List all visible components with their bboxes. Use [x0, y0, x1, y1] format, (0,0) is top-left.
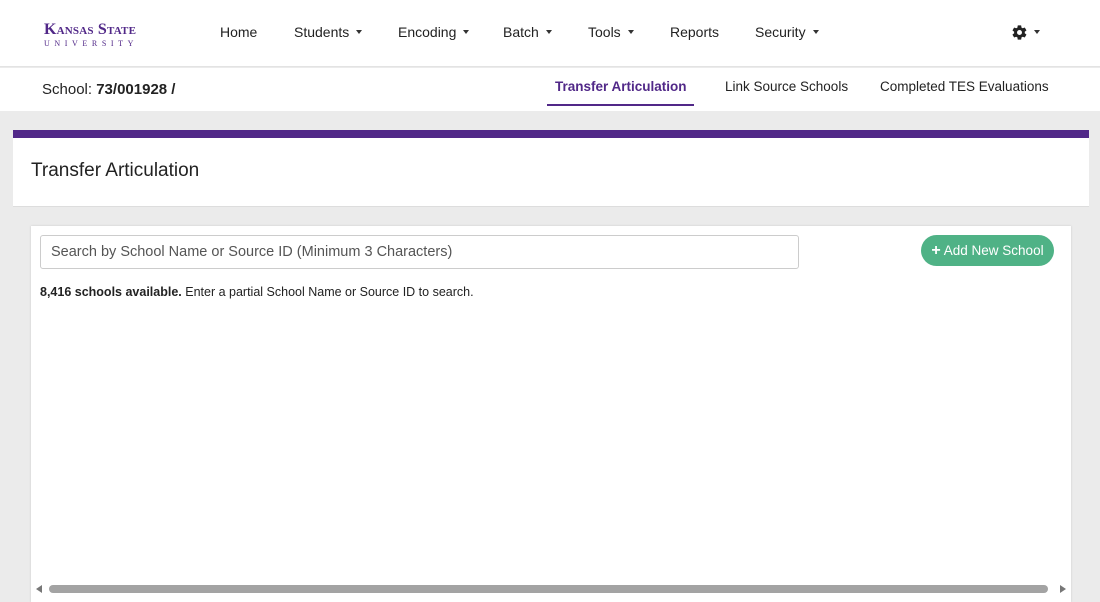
school-label: School:	[42, 81, 93, 98]
nav-students-label: Students	[294, 24, 350, 40]
school-info: School: 73/001928 /	[42, 81, 175, 98]
nav-batch[interactable]: Batch	[503, 24, 552, 40]
caret-down-icon	[1034, 29, 1040, 34]
panel-accent-bar	[13, 130, 1089, 138]
horizontal-scrollbar[interactable]	[31, 580, 1071, 598]
nav-reports-label: Reports	[670, 24, 720, 40]
tab-transfer-articulation[interactable]: Transfer Articulation	[555, 79, 687, 94]
scrollbar-thumb[interactable]	[49, 585, 1048, 593]
caret-down-icon	[812, 30, 819, 35]
nav-tools-label: Tools	[588, 24, 621, 40]
panel-header: Transfer Articulation	[13, 138, 1089, 207]
add-new-school-button[interactable]: + Add New School	[921, 235, 1054, 266]
school-subbar: School: 73/001928 / Transfer Articulatio…	[0, 68, 1100, 111]
caret-down-icon	[356, 30, 363, 35]
nav-home-label: Home	[220, 24, 258, 40]
settings-menu[interactable]	[1011, 24, 1040, 41]
school-count: 8,416 schools available.	[40, 285, 182, 299]
active-tab-underline	[547, 104, 694, 106]
nav-students[interactable]: Students	[294, 24, 363, 40]
add-new-school-label: Add New School	[943, 243, 1044, 258]
top-navbar: Kansas State UNIVERSITY Home Students En…	[0, 0, 1100, 67]
school-search-input[interactable]	[40, 235, 799, 269]
logo-line-1: Kansas State	[44, 21, 137, 38]
kansas-state-logo[interactable]: Kansas State UNIVERSITY	[44, 21, 138, 49]
tab-link-source-schools[interactable]: Link Source Schools	[725, 79, 848, 94]
gear-icon	[1012, 25, 1027, 40]
transfer-articulation-panel: Transfer Articulation + Add New School 8…	[13, 130, 1089, 602]
caret-down-icon	[627, 30, 634, 35]
nav-encoding-label: Encoding	[398, 24, 457, 40]
search-hint: Enter a partial School Name or Source ID…	[185, 285, 474, 299]
caret-down-icon	[545, 30, 552, 35]
nav-security-label: Security	[755, 24, 806, 40]
scroll-right-icon[interactable]	[1060, 585, 1066, 593]
school-value: 73/001928 /	[96, 81, 176, 98]
plus-icon: +	[931, 241, 941, 259]
nav-encoding[interactable]: Encoding	[398, 24, 470, 40]
nav-batch-label: Batch	[503, 24, 539, 40]
scroll-left-icon[interactable]	[36, 585, 42, 593]
search-card: + Add New School 8,416 schools available…	[31, 226, 1071, 602]
nav-home[interactable]: Home	[220, 24, 257, 40]
caret-down-icon	[463, 30, 470, 35]
nav-security[interactable]: Security	[755, 24, 819, 40]
search-status: 8,416 schools available. Enter a partial…	[40, 285, 474, 299]
tab-completed-tes-evaluations[interactable]: Completed TES Evaluations	[880, 79, 1049, 94]
nav-tools[interactable]: Tools	[588, 24, 634, 40]
logo-line-2: UNIVERSITY	[44, 39, 138, 48]
page-title: Transfer Articulation	[31, 160, 200, 181]
nav-reports[interactable]: Reports	[670, 24, 719, 40]
